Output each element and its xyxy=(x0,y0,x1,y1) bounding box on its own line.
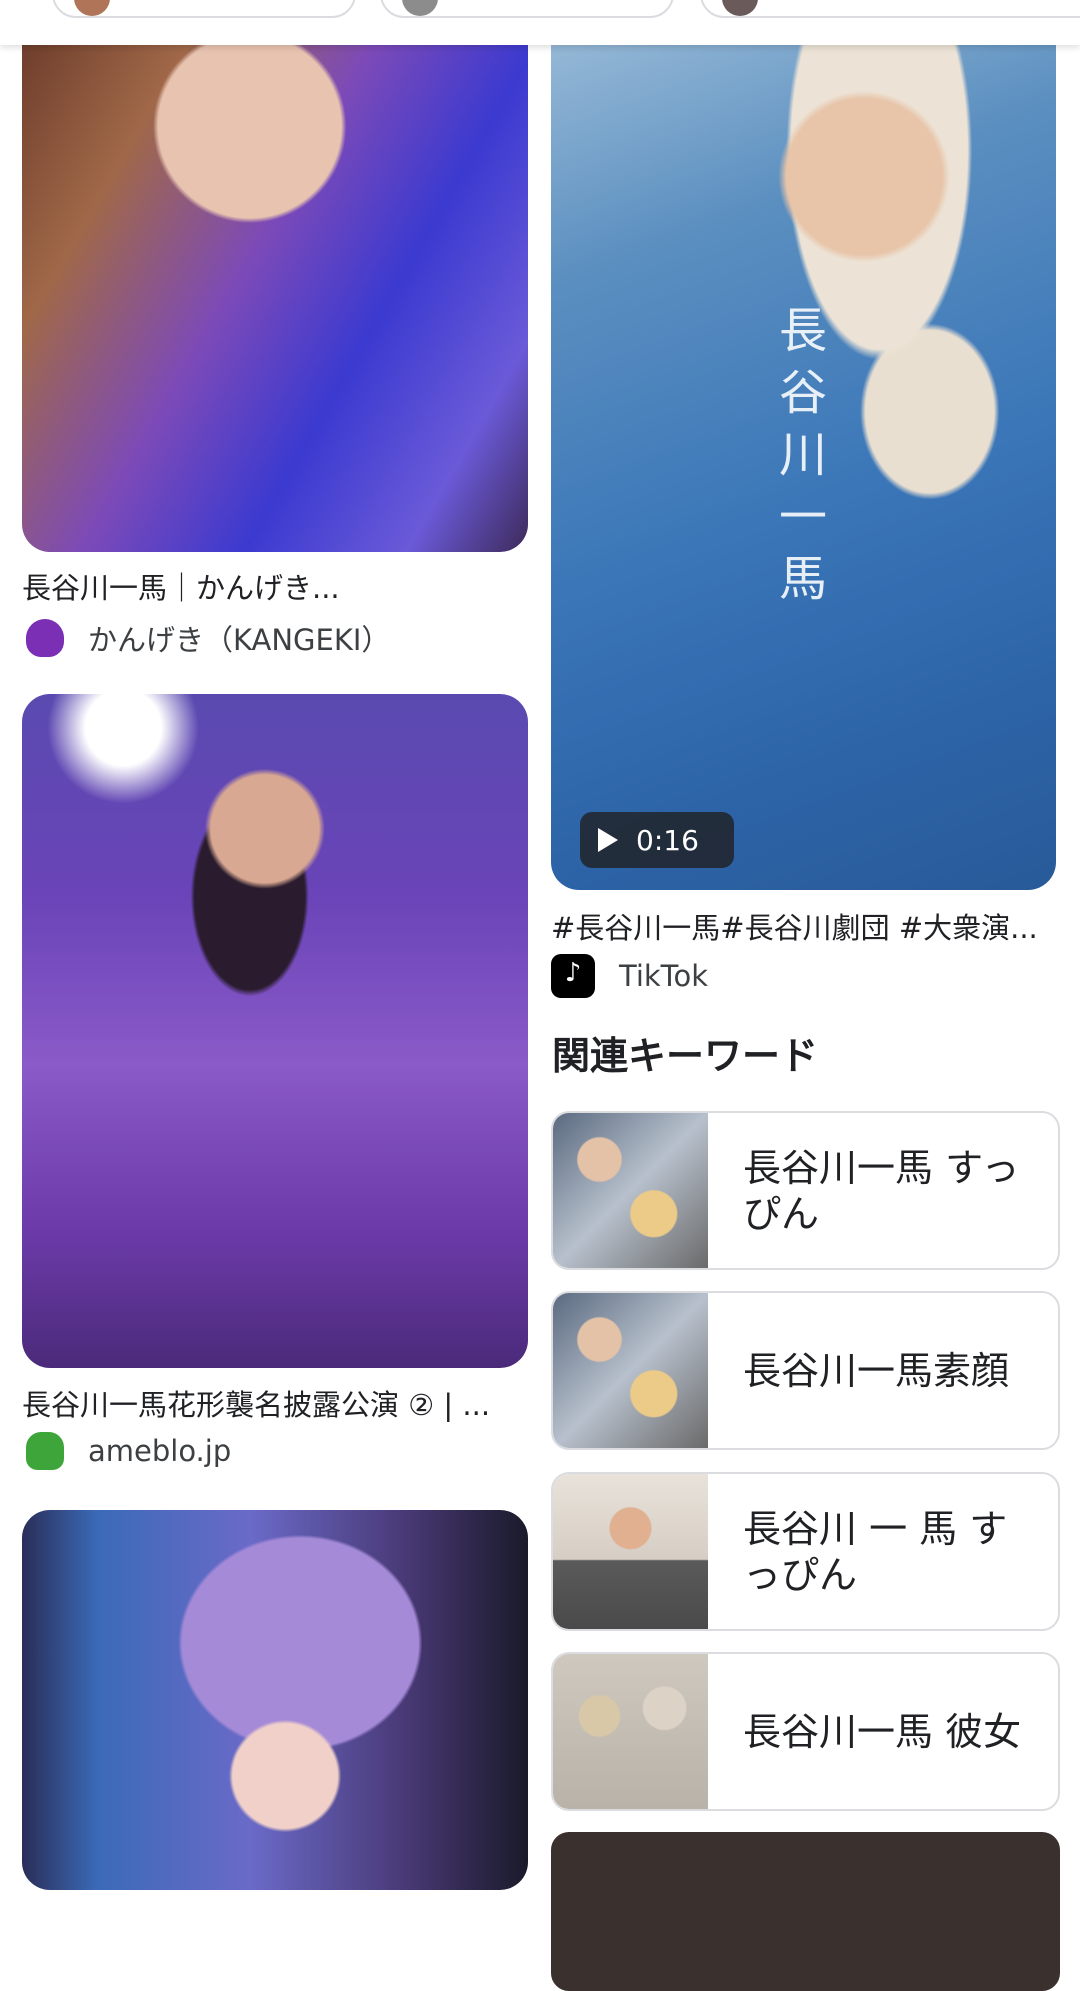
keyword-label: 長谷川一馬素顔 xyxy=(743,1348,1010,1393)
result-image-3[interactable] xyxy=(22,694,528,1368)
filter-chip-1[interactable] xyxy=(52,0,356,18)
filter-chip-2[interactable] xyxy=(380,0,674,18)
kangeki-icon xyxy=(26,619,64,657)
result-caption-2[interactable]: #長谷川一馬#長谷川劇団 #大衆演... xyxy=(551,905,1056,947)
source-name: かんげき（KANGEKI） xyxy=(88,623,391,657)
related-keywords-title: 関連キーワード xyxy=(552,1034,819,1078)
image-placeholder xyxy=(22,1510,528,1890)
chip-avatar xyxy=(402,0,438,16)
filter-chip-3[interactable] xyxy=(700,0,1080,18)
result-image-5[interactable] xyxy=(22,1510,528,1890)
keyword-thumbnail xyxy=(553,1293,708,1448)
source-name: TikTok xyxy=(619,959,708,993)
keyword-label: 長谷川一馬 彼女 xyxy=(743,1709,1022,1754)
related-keyword-card[interactable]: 長谷川一馬 彼女 xyxy=(551,1652,1060,1811)
result-caption-1[interactable]: 長谷川一馬｜かんげき... xyxy=(22,565,528,607)
chip-avatar xyxy=(74,0,110,16)
image-placeholder xyxy=(22,694,528,1368)
keyword-thumbnail xyxy=(553,1654,708,1809)
related-keyword-card[interactable]: 長谷川 一 馬 すっぴん xyxy=(551,1472,1060,1631)
result-source-2[interactable]: ♪ TikTok xyxy=(551,954,708,998)
video-overlay-text: 長谷川一馬 xyxy=(778,303,827,607)
result-source-1[interactable]: かんげき（KANGEKI） xyxy=(26,617,390,659)
related-keyword-card[interactable]: 長谷川一馬 すっぴん xyxy=(551,1111,1060,1270)
keyword-thumbnail xyxy=(553,1113,708,1268)
result-image-1[interactable] xyxy=(22,20,528,552)
image-placeholder xyxy=(22,20,528,552)
related-keyword-card[interactable]: 長谷川一馬素顔 xyxy=(551,1291,1060,1450)
filter-chips-bar xyxy=(0,0,1080,45)
keyword-thumbnail xyxy=(553,1474,708,1629)
video-duration: 0:16 xyxy=(636,823,699,857)
ameblo-icon xyxy=(26,1432,64,1470)
tiktok-icon: ♪ xyxy=(551,954,595,998)
video-duration-badge: 0:16 xyxy=(580,812,734,868)
chip-avatar xyxy=(722,0,758,16)
result-caption-3[interactable]: 長谷川一馬花形襲名披露公演 ② | ... xyxy=(22,1382,528,1424)
result-source-3[interactable]: ameblo.jp xyxy=(26,1432,231,1470)
play-icon xyxy=(598,828,618,852)
related-keyword-card[interactable] xyxy=(551,1832,1060,1991)
source-name: ameblo.jp xyxy=(88,1434,232,1468)
keyword-label: 長谷川一馬 すっぴん xyxy=(743,1145,1020,1236)
keyword-label: 長谷川 一 馬 すっぴん xyxy=(743,1506,1008,1597)
